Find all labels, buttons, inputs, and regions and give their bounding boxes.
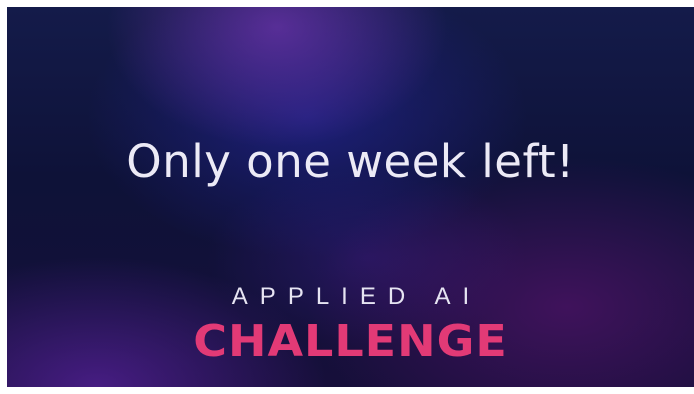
headline-text: Only one week left!: [126, 135, 575, 188]
brand-wordmark-text: CHALLENGE: [193, 315, 508, 367]
brand-kicker-text: APPLIED AI: [231, 283, 482, 310]
promo-banner: Only one week left! APPLIED AI CHALLENGE: [7, 7, 694, 387]
